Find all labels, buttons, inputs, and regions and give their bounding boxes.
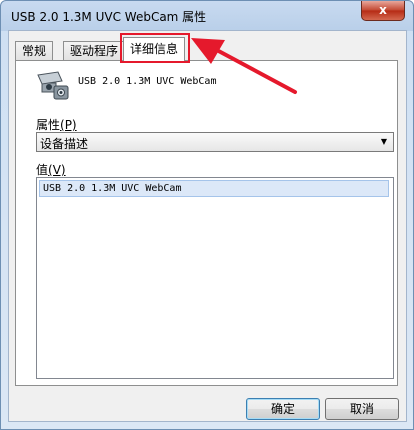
cancel-button[interactable]: 取消 [325, 398, 399, 420]
webcam-icon [37, 71, 69, 100]
close-button[interactable]: x [361, 1, 405, 21]
tab-driver-label: 驱动程序 [70, 44, 119, 58]
list-item[interactable]: USB 2.0 1.3M UVC WebCam [39, 180, 389, 197]
property-label: 属性(P) [36, 116, 77, 133]
property-select-value: 设备描述 [40, 137, 89, 151]
list-item-text: USB 2.0 1.3M UVC WebCam [43, 183, 182, 194]
annotation-highlight-box [120, 33, 190, 63]
property-select[interactable]: 设备描述 ▼ [36, 132, 394, 152]
title-bar[interactable]: USB 2.0 1.3M UVC WebCam 属性 x [1, 1, 413, 29]
value-list[interactable]: USB 2.0 1.3M UVC WebCam [36, 177, 394, 379]
value-label-text: 值 [36, 163, 49, 177]
tab-driver[interactable]: 驱动程序 [63, 41, 126, 61]
close-icon: x [379, 3, 387, 17]
annotation-arrow-icon [191, 38, 297, 94]
details-panel: USB 2.0 1.3M UVC WebCam 属性(P) 设备描述 ▼ 值(V… [15, 60, 398, 386]
property-accelerator: (P) [60, 118, 77, 132]
chevron-down-icon[interactable]: ▼ [377, 136, 391, 148]
cancel-button-label: 取消 [349, 402, 374, 416]
value-accelerator: (V) [48, 163, 66, 177]
value-label: 值(V) [36, 161, 66, 178]
tab-general-label: 常规 [22, 44, 47, 58]
tab-general[interactable]: 常规 [15, 41, 54, 61]
ok-button[interactable]: 确定 [246, 398, 320, 420]
window-title: USB 2.0 1.3M UVC WebCam 属性 [11, 10, 207, 24]
ok-button-label: 确定 [270, 402, 295, 416]
property-label-text: 属性 [36, 118, 61, 132]
